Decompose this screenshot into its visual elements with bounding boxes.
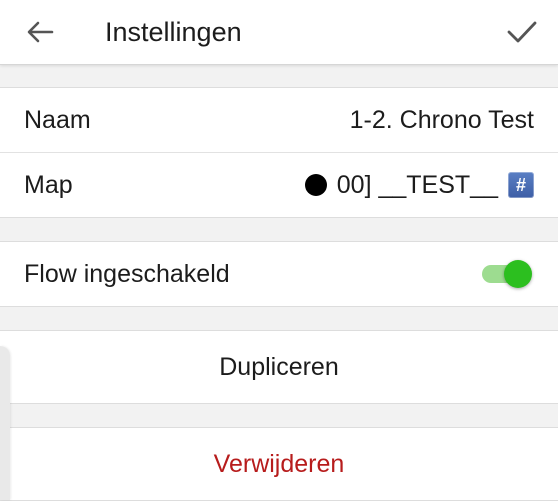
confirm-button[interactable]	[504, 14, 540, 50]
flow-enabled-row[interactable]: Flow ingeschakeld	[0, 242, 558, 306]
properties-card: Naam 1-2. Chrono Test Map 00] __TEST__ #	[0, 87, 558, 218]
name-label: Naam	[24, 105, 91, 134]
name-value: 1-2. Chrono Test	[349, 105, 534, 134]
folder-label: Map	[24, 170, 73, 199]
folder-value: 00] __TEST__	[336, 170, 498, 199]
background-sheet-edge	[0, 346, 10, 500]
duplicate-button[interactable]: Dupliceren	[0, 331, 558, 403]
page-title: Instellingen	[105, 17, 242, 47]
folder-row[interactable]: Map 00] __TEST__ #	[0, 152, 558, 217]
delete-button[interactable]: Verwijderen	[0, 428, 558, 500]
flow-enabled-toggle[interactable]	[482, 259, 534, 289]
hash-icon: #	[508, 172, 534, 198]
arrow-left-icon	[27, 21, 54, 43]
folder-value-group: 00] __TEST__ #	[304, 170, 534, 200]
delete-card: Verwijderen	[0, 427, 558, 501]
name-row[interactable]: Naam 1-2. Chrono Test	[0, 88, 558, 152]
toggle-thumb	[504, 260, 532, 288]
back-button[interactable]	[22, 16, 58, 48]
flow-enabled-label: Flow ingeschakeld	[24, 259, 230, 288]
check-icon	[507, 21, 537, 43]
app-bar: Instellingen	[0, 0, 558, 65]
folder-color-dot-icon	[304, 174, 327, 196]
flow-card: Flow ingeschakeld	[0, 241, 558, 307]
duplicate-card: Dupliceren	[0, 330, 558, 404]
